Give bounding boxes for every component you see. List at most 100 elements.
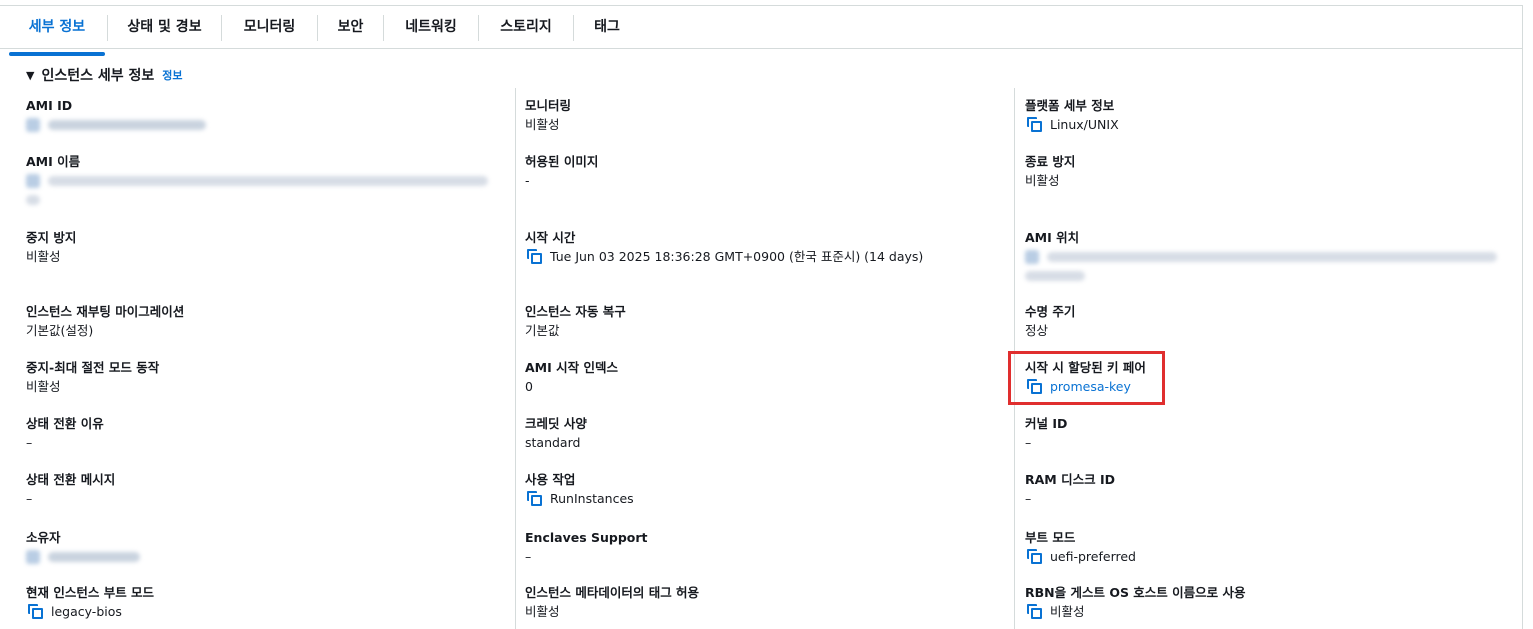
field-value: 비활성 xyxy=(525,117,560,132)
copy-icon[interactable] xyxy=(1027,117,1042,132)
field-value: - xyxy=(525,173,530,188)
copy-icon[interactable] xyxy=(1025,249,1039,264)
field-value: standard xyxy=(525,435,581,450)
field-label: 부트 모드 xyxy=(1025,530,1076,545)
redacted-bar xyxy=(48,551,140,562)
tab-status-alarms[interactable]: 상태 및 경보 xyxy=(109,8,220,48)
field-label: 시작 시간 xyxy=(525,230,576,245)
field-value: uefi-preferred xyxy=(1025,547,1136,566)
field-value: 비활성 xyxy=(1025,173,1060,188)
field-label: 중지 방지 xyxy=(26,230,77,245)
field-value: – xyxy=(1025,491,1032,506)
tab-networking[interactable]: 네트워킹 xyxy=(385,8,477,48)
field-label: AMI 이름 xyxy=(26,154,81,169)
field-state-transition-reason: 상태 전환 이유 – xyxy=(26,415,104,452)
section-title[interactable]: 인스턴스 세부 정보 xyxy=(41,65,154,85)
field-value: – xyxy=(525,549,532,564)
field-value-text: legacy-bios xyxy=(51,604,122,619)
field-label: 상태 전환 메시지 xyxy=(26,472,116,487)
field-value-text: uefi-preferred xyxy=(1050,549,1136,564)
field-platform-details: 플랫폼 세부 정보 Linux/UNIX xyxy=(1025,97,1119,134)
field-ami-launch-index: AMI 시작 인덱스 0 xyxy=(525,359,618,396)
field-label: RBN을 게스트 OS 호스트 이름으로 사용 xyxy=(1025,585,1246,600)
field-value: – xyxy=(26,491,33,506)
copy-icon[interactable] xyxy=(26,117,40,132)
field-ami-location: AMI 위치 xyxy=(1025,229,1497,285)
field-boot-mode: 부트 모드 uefi-preferred xyxy=(1025,529,1136,566)
tab-separator xyxy=(478,15,479,41)
caret-down-icon[interactable]: ▼ xyxy=(26,69,34,82)
tab-separator xyxy=(573,15,574,41)
field-termination-protection: 종료 방지 비활성 xyxy=(1025,153,1075,190)
field-metadata-tags: 인스턴스 메타데이터의 태그 허용 비활성 xyxy=(525,584,699,621)
field-value-text[interactable]: promesa-key xyxy=(1050,377,1131,396)
field-label: 소유자 xyxy=(26,530,61,545)
field-stop-protection: 중지 방지 비활성 xyxy=(26,229,76,266)
field-value: 비활성 xyxy=(26,249,61,264)
field-owner: 소유자 xyxy=(26,529,140,566)
field-key-pair: 시작 시 할당된 키 페어 promesa-key xyxy=(1025,359,1146,396)
field-label: 허용된 이미지 xyxy=(525,154,599,169)
field-value-text: Tue Jun 03 2025 18:36:28 GMT+0900 (한국 표준… xyxy=(550,249,924,264)
tab-separator xyxy=(317,15,318,41)
copy-icon[interactable] xyxy=(1027,379,1042,394)
field-allowed-images: 허용된 이미지 - xyxy=(525,153,598,190)
copy-icon[interactable] xyxy=(28,604,43,619)
redacted-bar xyxy=(1047,251,1497,262)
field-monitoring: 모니터링 비활성 xyxy=(525,97,571,134)
field-ram-disk-id: RAM 디스크 ID – xyxy=(1025,471,1115,508)
tab-separator xyxy=(383,15,384,41)
copy-icon[interactable] xyxy=(1027,604,1042,619)
field-value: 정상 xyxy=(1025,323,1049,338)
field-value: – xyxy=(1025,435,1032,450)
tab-tags[interactable]: 태그 xyxy=(575,8,639,48)
instance-details-header: ▼ 인스턴스 세부 정보 정보 xyxy=(26,66,183,84)
tabs-divider xyxy=(0,48,1522,49)
field-label: RAM 디스크 ID xyxy=(1025,472,1115,487)
field-current-boot-mode: 현재 인스턴스 부트 모드 legacy-bios xyxy=(26,584,154,621)
copy-icon[interactable] xyxy=(527,249,542,264)
field-label: AMI 시작 인덱스 xyxy=(525,360,618,375)
field-value-text: RunInstances xyxy=(550,491,634,506)
key-pair-link[interactable]: promesa-key xyxy=(1025,377,1146,396)
panel-top-border xyxy=(0,5,1523,6)
tab-storage[interactable]: 스토리지 xyxy=(480,8,572,48)
redacted-bar xyxy=(48,119,206,130)
info-link[interactable]: 정보 xyxy=(162,67,182,83)
field-label: 인스턴스 자동 복구 xyxy=(525,304,626,319)
field-label: AMI ID xyxy=(26,98,73,113)
field-rbn-hostname: RBN을 게스트 OS 호스트 이름으로 사용 비활성 xyxy=(1025,584,1246,621)
copy-icon[interactable] xyxy=(26,549,40,564)
field-ami-name: AMI 이름 xyxy=(26,153,488,209)
redacted-value xyxy=(26,171,488,190)
field-value: 비활성 xyxy=(1025,602,1246,621)
copy-icon[interactable] xyxy=(26,173,40,188)
field-label: 플랫폼 세부 정보 xyxy=(1025,98,1115,113)
field-label: 현재 인스턴스 부트 모드 xyxy=(26,585,155,600)
field-value: 비활성 xyxy=(525,604,560,619)
detail-tabs: 세부 정보 상태 및 경보 모니터링 보안 네트워킹 스토리지 태그 xyxy=(0,8,1522,56)
copy-icon[interactable] xyxy=(1027,549,1042,564)
redacted-bar xyxy=(1025,270,1085,281)
field-enclaves-support: Enclaves Support – xyxy=(525,529,648,566)
field-usage-operation: 사용 작업 RunInstances xyxy=(525,471,634,508)
redacted-value-line2 xyxy=(1025,266,1497,285)
field-value: 기본값 xyxy=(525,323,560,338)
tab-monitoring[interactable]: 모니터링 xyxy=(223,8,316,48)
field-label: 시작 시 할당된 키 페어 xyxy=(1025,360,1146,375)
redacted-value-line2 xyxy=(26,190,488,209)
column-divider xyxy=(1014,88,1015,629)
redacted-value xyxy=(1025,247,1497,266)
redacted-bar xyxy=(48,175,488,186)
field-value: 기본값(설정) xyxy=(26,323,94,338)
field-label: 종료 방지 xyxy=(1025,154,1076,169)
field-value: – xyxy=(26,435,33,450)
column-divider xyxy=(515,88,516,629)
tab-details[interactable]: 세부 정보 xyxy=(9,8,105,48)
active-tab-indicator xyxy=(9,52,105,56)
tab-separator xyxy=(221,15,222,41)
field-value-text: 비활성 xyxy=(1050,604,1085,619)
field-launch-time: 시작 시간 Tue Jun 03 2025 18:36:28 GMT+0900 … xyxy=(525,229,923,266)
tab-security[interactable]: 보안 xyxy=(319,8,382,48)
copy-icon[interactable] xyxy=(527,491,542,506)
